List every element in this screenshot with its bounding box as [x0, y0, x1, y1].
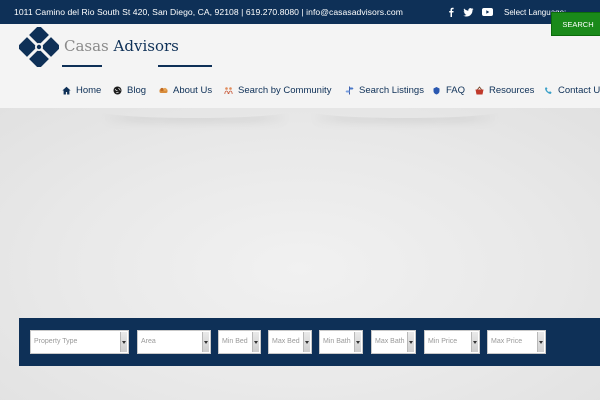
faq-icon — [432, 86, 441, 95]
twitter-icon[interactable] — [463, 6, 474, 18]
dropdown-arrow-icon[interactable] — [252, 332, 259, 352]
handshake-icon — [159, 86, 168, 95]
dropdown-arrow-icon[interactable] — [407, 332, 414, 352]
max-price-select[interactable]: Max Price — [487, 330, 546, 354]
property-search-bar: Property Type Area Min Bed Max Bed Min B… — [19, 318, 600, 366]
nav-active-underline — [62, 65, 102, 67]
max-bed-select[interactable]: Max Bed — [268, 330, 312, 354]
dropdown-arrow-icon[interactable] — [120, 332, 127, 352]
dropdown-arrow-icon[interactable] — [537, 332, 544, 352]
header-shadow-left — [100, 104, 290, 118]
min-bed-select[interactable]: Min Bed — [218, 330, 261, 354]
max-bath-select[interactable]: Max Bath — [371, 330, 416, 354]
logo-word-advisors: Advisors — [113, 37, 179, 55]
community-icon — [224, 86, 233, 95]
phone-icon — [544, 86, 553, 95]
basket-icon — [475, 85, 484, 95]
search-button[interactable]: SEARCH — [551, 12, 600, 36]
select-placeholder: Max Price — [491, 338, 523, 345]
logo-word-casas: Casas — [64, 37, 109, 55]
nav-item-home[interactable]: Home — [62, 83, 101, 97]
nav-label: Contact Us — [558, 84, 600, 96]
dropdown-arrow-icon[interactable] — [471, 332, 478, 352]
select-placeholder: Min Price — [428, 338, 458, 345]
select-placeholder: Max Bath — [375, 338, 405, 345]
nav-label: Search Listings — [359, 84, 424, 96]
select-placeholder: Area — [141, 338, 156, 345]
nav-label: Search by Community — [238, 84, 332, 96]
select-placeholder: Property Type — [34, 338, 78, 345]
youtube-icon[interactable] — [482, 6, 493, 18]
nav-item-resources[interactable]: Resources — [475, 83, 534, 97]
select-placeholder: Min Bed — [222, 338, 248, 345]
nav-item-search-by-community[interactable]: Search by Community — [224, 83, 331, 97]
header-shadow-right — [310, 104, 500, 118]
area-select[interactable]: Area — [137, 330, 211, 354]
select-placeholder: Min Bath — [323, 338, 351, 345]
dropdown-arrow-icon[interactable] — [202, 332, 209, 352]
facebook-icon[interactable] — [446, 6, 456, 18]
nav-item-blog[interactable]: Blog — [113, 83, 146, 97]
top-contact-bar: 1011 Camino del Rio South St 420, San Di… — [0, 0, 600, 24]
home-icon — [62, 86, 71, 95]
property-type-select[interactable]: Property Type — [30, 330, 129, 354]
select-placeholder: Max Bed — [272, 338, 300, 345]
nav-label: Blog — [127, 84, 147, 96]
signpost-icon — [345, 86, 354, 95]
contact-info: 1011 Camino del Rio South St 420, San Di… — [14, 7, 403, 17]
dropdown-arrow-icon[interactable] — [354, 332, 361, 352]
dropdown-arrow-icon[interactable] — [303, 332, 310, 352]
nav-item-contact-us[interactable]: Contact Us — [544, 83, 600, 97]
min-bath-select[interactable]: Min Bath — [319, 330, 363, 354]
nav-label: About Us — [173, 84, 213, 96]
site-header: Casas Advisors Home Blog About Us Search… — [0, 24, 600, 108]
logo-wordmark[interactable]: Casas Advisors — [64, 37, 179, 55]
nav-item-faq[interactable]: FAQ — [432, 83, 465, 97]
nav-active-underline — [158, 65, 212, 67]
nav-label: FAQ — [446, 84, 466, 96]
nav-label: Home — [76, 84, 102, 96]
nav-item-about-us[interactable]: About Us — [159, 83, 212, 97]
min-price-select[interactable]: Min Price — [424, 330, 480, 354]
globe-icon — [113, 86, 122, 95]
nav-label: Resources — [489, 84, 535, 96]
nav-item-search-listings[interactable]: Search Listings — [345, 83, 424, 97]
logo-emblem-icon[interactable] — [17, 25, 61, 69]
